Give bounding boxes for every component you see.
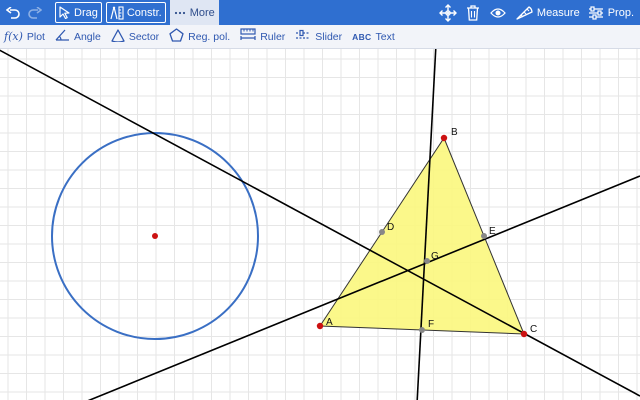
protractor-icon — [513, 0, 535, 25]
pentagon-icon — [169, 28, 184, 45]
ruler-tool[interactable]: Ruler — [240, 25, 285, 49]
slider-tool[interactable]: Slider — [295, 25, 342, 49]
angle-label: Angle — [73, 30, 101, 43]
ellipsis-icon — [174, 11, 186, 15]
label-f: F — [428, 319, 434, 330]
point-c[interactable] — [520, 330, 528, 338]
properties-button[interactable]: Prop. — [588, 5, 634, 20]
function-icon: f(x) — [4, 30, 23, 43]
geometry-board[interactable]: A B C D E F G — [0, 49, 640, 400]
compass-ruler-icon — [110, 5, 124, 20]
slider-label: Slider — [315, 30, 343, 43]
plot-tool[interactable]: f(x) Plot — [4, 25, 45, 49]
ruler-icon — [240, 28, 256, 45]
text-label: Text — [375, 30, 395, 43]
drag-button[interactable]: Drag — [55, 2, 102, 23]
ruler-label: Ruler — [260, 30, 286, 43]
measure-button[interactable]: Measure — [513, 0, 580, 25]
construct-button[interactable]: Constr. — [105, 2, 166, 23]
sector-tool[interactable]: Sector — [111, 25, 159, 49]
text-tool[interactable]: ABC Text — [352, 25, 395, 49]
sector-icon — [111, 28, 125, 45]
label-c: C — [530, 324, 537, 335]
move-arrows-icon[interactable] — [437, 0, 459, 25]
label-d: D — [387, 222, 394, 233]
cursor-arrow-icon — [59, 6, 71, 19]
point-g[interactable] — [424, 258, 430, 264]
main-toolbar: Drag Constr. More Measure Prop. — [0, 0, 640, 25]
label-g: G — [431, 251, 439, 262]
measure-label: Measure — [536, 6, 580, 19]
right-toolbar-group: Measure Prop. — [434, 0, 640, 25]
regular-polygon-label: Reg. pol. — [188, 30, 231, 43]
redo-icon[interactable] — [25, 0, 45, 25]
angle-icon — [55, 29, 70, 44]
trash-icon[interactable] — [462, 0, 484, 25]
label-a: A — [326, 317, 333, 328]
sector-label: Sector — [128, 30, 160, 43]
sliders-icon — [588, 5, 604, 20]
point-b[interactable] — [440, 134, 448, 142]
point-d[interactable] — [379, 229, 385, 235]
point-a[interactable] — [316, 322, 324, 330]
drawing-canvas[interactable]: A B C D E F G — [0, 49, 640, 400]
regular-polygon-tool[interactable]: Reg. pol. — [169, 25, 230, 49]
point-e[interactable] — [481, 233, 487, 239]
eye-icon[interactable] — [487, 0, 509, 25]
label-e: E — [489, 226, 496, 237]
label-b: B — [451, 127, 458, 138]
properties-label: Prop. — [607, 6, 634, 19]
slider-icon — [295, 29, 311, 44]
point-f[interactable] — [419, 327, 425, 333]
circle-center-point[interactable] — [152, 233, 158, 239]
angle-tool[interactable]: Angle — [55, 25, 101, 49]
undo-icon[interactable] — [3, 0, 23, 25]
construction-toolbar: f(x) Plot Angle Sector Reg. pol. Ruler S… — [0, 25, 640, 49]
construct-label: Constr. — [126, 6, 162, 19]
more-label: More — [189, 6, 215, 19]
more-button[interactable]: More — [169, 0, 219, 25]
drag-label: Drag — [74, 6, 98, 19]
plot-label: Plot — [26, 30, 45, 43]
text-icon: ABC — [352, 31, 372, 42]
